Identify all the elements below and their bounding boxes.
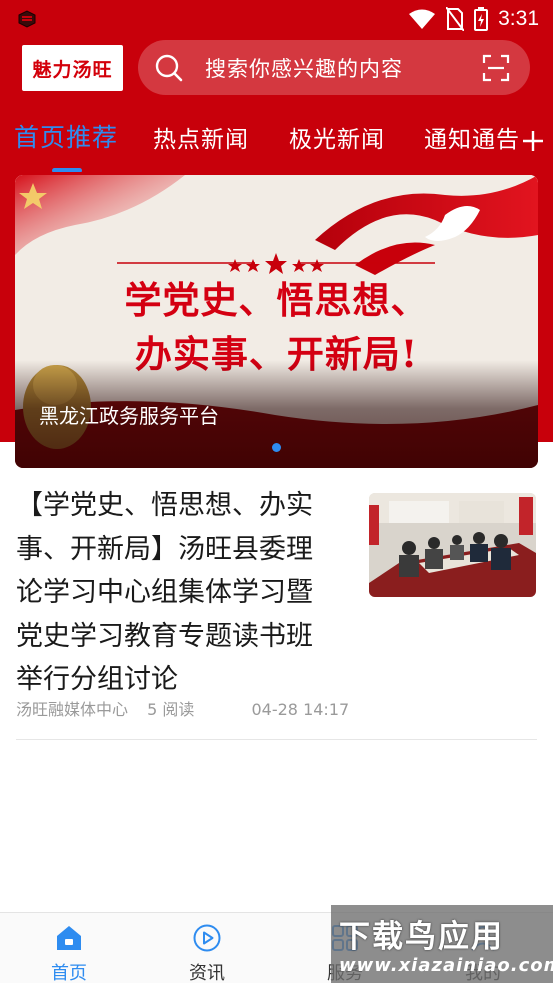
wifi-icon [409, 9, 436, 29]
tab-hot-news[interactable]: 热点新闻 [153, 120, 249, 154]
news-list-item[interactable]: 【学党史、悟思想、办实事、开新局】汤旺县委理论学习中心组集体学习暨党史学习教育专… [16, 484, 537, 740]
search-placeholder: 搜索你感兴趣的内容 [205, 57, 403, 81]
app-notification-icon [18, 10, 36, 28]
logo-text: 魅力汤旺 [32, 58, 113, 81]
nav-home[interactable]: 首页 [0, 913, 138, 983]
carousel-dot-active[interactable] [272, 443, 281, 452]
banner-carousel[interactable]: 学党史、悟思想、 办实事、开新局! 黑龙江政务服务平台 [15, 175, 538, 468]
article-source: 汤旺融媒体中心 [16, 700, 129, 719]
article-date: 04-28 14:17 [251, 700, 350, 719]
active-tab-indicator [52, 168, 82, 172]
tab-aurora-news[interactable]: 极光新闻 [289, 120, 385, 154]
home-icon [57, 926, 81, 950]
watermark-url: www.xiazainiao.com [339, 955, 553, 976]
banner-headline-line1: 学党史、悟思想、 [124, 278, 429, 322]
watermark-text: 下载鸟应用 [339, 919, 504, 955]
scan-icon[interactable] [482, 54, 510, 82]
nav-news-label: 资讯 [189, 963, 225, 983]
clock: 3:31 [498, 7, 539, 30]
article-thumbnail[interactable] [369, 493, 536, 597]
article-title[interactable]: 【学党史、悟思想、办实事、开新局】汤旺县委理论学习中心组集体学习暨党史学习教育专… [16, 484, 334, 702]
article-meta: 汤旺融媒体中心 5 阅读 04-28 14:17 [16, 696, 363, 720]
nav-home-label: 首页 [51, 963, 87, 983]
app-logo[interactable]: 魅力汤旺 [22, 45, 123, 91]
tab-home-recommend[interactable]: 首页推荐 [14, 118, 118, 154]
app-screen: 3:31 魅力汤旺 搜索你感兴趣的内容 首页推荐 热点新闻 极光新闻 通知通告 [0, 0, 553, 983]
watermark: 下载鸟应用 www.xiazainiao.com [331, 905, 553, 983]
search-bar[interactable]: 搜索你感兴趣的内容 [138, 40, 530, 95]
add-channel-icon[interactable] [520, 128, 546, 154]
search-icon [155, 54, 183, 82]
play-circle-icon [193, 924, 221, 952]
status-bar: 3:31 [0, 0, 553, 38]
category-tabs: 首页推荐 热点新闻 极光新闻 通知通告 [0, 112, 553, 172]
battery-icon [474, 7, 489, 31]
no-sim-icon [446, 7, 465, 31]
article-reads: 5 阅读 [147, 700, 195, 719]
system-indicators: 3:31 [408, 6, 539, 32]
banner-caption: 黑龙江政务服务平台 [39, 404, 219, 428]
nav-news[interactable]: 资讯 [138, 913, 276, 983]
tab-notices[interactable]: 通知通告 [424, 120, 520, 154]
